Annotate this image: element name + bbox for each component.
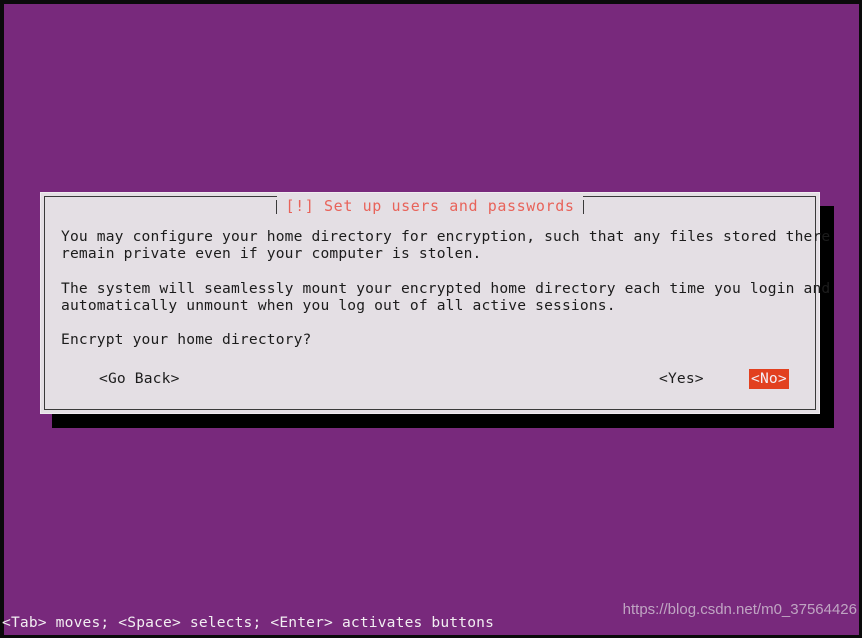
dialog-inner-frame: [!] Set up users and passwords You may c…	[44, 195, 831, 410]
setup-dialog: [!] Set up users and passwords You may c…	[40, 192, 831, 414]
dialog-title-bar: [!] Set up users and passwords	[45, 195, 815, 218]
dialog-paragraph-encryption-intro: You may configure your home directory fo…	[61, 228, 831, 263]
no-button[interactable]: <No>	[749, 369, 789, 389]
dialog-body: You may configure your home directory fo…	[61, 228, 831, 349]
dialog-paragraph-mount-behavior: The system will seamlessly mount your en…	[61, 279, 831, 314]
dialog-paragraph-question: Encrypt your home directory?	[61, 331, 312, 349]
go-back-button[interactable]: <Go Back>	[99, 369, 180, 389]
dialog-button-row: <Go Back> <Yes> <No>	[61, 369, 799, 391]
yes-button[interactable]: <Yes>	[659, 369, 704, 389]
installer-screen: [!] Set up users and passwords You may c…	[0, 0, 862, 638]
dialog-title: [!] Set up users and passwords	[276, 195, 584, 217]
title-tick-left	[275, 200, 277, 214]
watermark: https://blog.csdn.net/m0_37564426	[622, 601, 857, 618]
title-tick-right	[583, 200, 585, 214]
keyboard-help-text: <Tab> moves; <Space> selects; <Enter> ac…	[2, 614, 495, 631]
